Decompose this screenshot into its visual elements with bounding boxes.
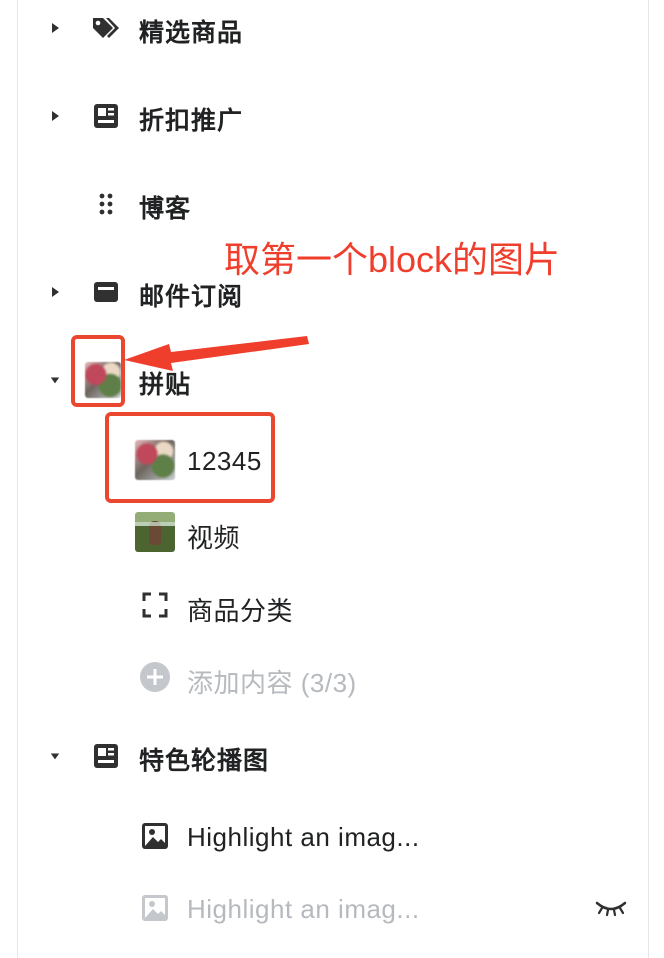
add-content-label: 添加内容 (3/3) xyxy=(187,668,357,698)
tags-icon xyxy=(92,14,120,42)
child-label: Highlight an imag... xyxy=(187,822,420,852)
child-label: Highlight an imag... xyxy=(187,894,420,924)
annotation-box-first-block xyxy=(105,412,275,503)
video-thumbnail xyxy=(135,512,175,552)
collage-child-video[interactable]: 视频 xyxy=(18,510,648,554)
caret-down-icon[interactable] xyxy=(48,373,62,387)
eye-closed-icon[interactable] xyxy=(594,898,628,918)
add-content-button[interactable]: 添加内容 (3/3) xyxy=(18,655,648,699)
image-icon xyxy=(135,888,175,928)
child-label: 商品分类 xyxy=(187,596,294,626)
drag-dots-icon[interactable] xyxy=(92,190,120,218)
menu-item-featured-products[interactable]: 精选商品 xyxy=(18,6,648,50)
image-icon xyxy=(135,816,175,856)
caret-right-icon[interactable] xyxy=(48,109,62,123)
collage-child-product-category[interactable]: 商品分类 xyxy=(18,583,648,627)
caret-right-icon[interactable] xyxy=(48,285,62,299)
menu-item-label: 特色轮播图 xyxy=(139,747,270,775)
annotation-box-collage-icon xyxy=(71,335,125,407)
caret-down-icon[interactable] xyxy=(48,749,62,763)
annotation-text: 取第一个block的图片 xyxy=(224,239,561,280)
menu-item-label: 精选商品 xyxy=(139,19,244,47)
mail-icon xyxy=(92,278,120,306)
caret-right-icon[interactable] xyxy=(48,21,62,35)
plus-circle-icon[interactable] xyxy=(135,657,175,697)
annotation-arrow xyxy=(124,336,309,371)
menu-item-label: 博客 xyxy=(139,195,192,223)
layout-icon xyxy=(92,742,120,770)
menu-item-label: 折扣推广 xyxy=(139,107,244,135)
child-label: 视频 xyxy=(187,523,241,553)
layout-icon xyxy=(92,102,120,130)
menu-item-discount-promotion[interactable]: 折扣推广 xyxy=(18,94,648,138)
carousel-child-highlight-1[interactable]: Highlight an imag... xyxy=(18,814,648,858)
menu-item-featured-carousel[interactable]: 特色轮播图 xyxy=(18,734,648,778)
carousel-child-highlight-2[interactable]: Highlight an imag... xyxy=(18,886,648,930)
menu-item-blog[interactable]: 博客 xyxy=(18,182,648,226)
dashed-square-icon xyxy=(135,585,175,625)
